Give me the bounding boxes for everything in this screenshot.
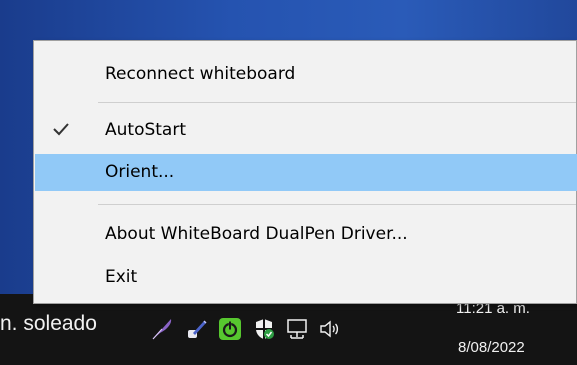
menu-separator	[98, 102, 576, 103]
power-icon[interactable]	[218, 317, 242, 341]
menu-item-label: Orient...	[105, 162, 175, 182]
menu-item-exit[interactable]: Exit	[35, 259, 577, 296]
weather-widget-text[interactable]: n. soleado	[0, 312, 97, 336]
pen-tool-icon[interactable]	[184, 317, 208, 341]
menu-item-orient[interactable]: Orient...	[35, 154, 577, 191]
pen-icon[interactable]	[150, 317, 174, 341]
network-icon[interactable]	[285, 317, 309, 341]
menu-item-label: About WhiteBoard DualPen Driver...	[105, 224, 408, 244]
menu-separator	[98, 204, 576, 205]
menu-item-reconnect-whiteboard[interactable]: Reconnect whiteboard	[35, 56, 577, 93]
context-menu: Reconnect whiteboard AutoStart Orient...…	[33, 40, 577, 304]
taskbar: n. soleado 11:21 a. m. 8/08/2022	[0, 294, 577, 365]
checkmark-icon	[53, 123, 69, 136]
menu-item-autostart[interactable]: AutoStart	[35, 112, 577, 149]
menu-item-label: Reconnect whiteboard	[105, 64, 296, 84]
speaker-icon[interactable]	[318, 317, 342, 341]
menu-item-label: AutoStart	[105, 120, 186, 140]
menu-item-about[interactable]: About WhiteBoard DualPen Driver...	[35, 216, 577, 253]
menu-item-label: Exit	[105, 267, 138, 287]
shield-icon[interactable]	[252, 317, 276, 341]
clock-date[interactable]: 8/08/2022	[458, 339, 525, 356]
